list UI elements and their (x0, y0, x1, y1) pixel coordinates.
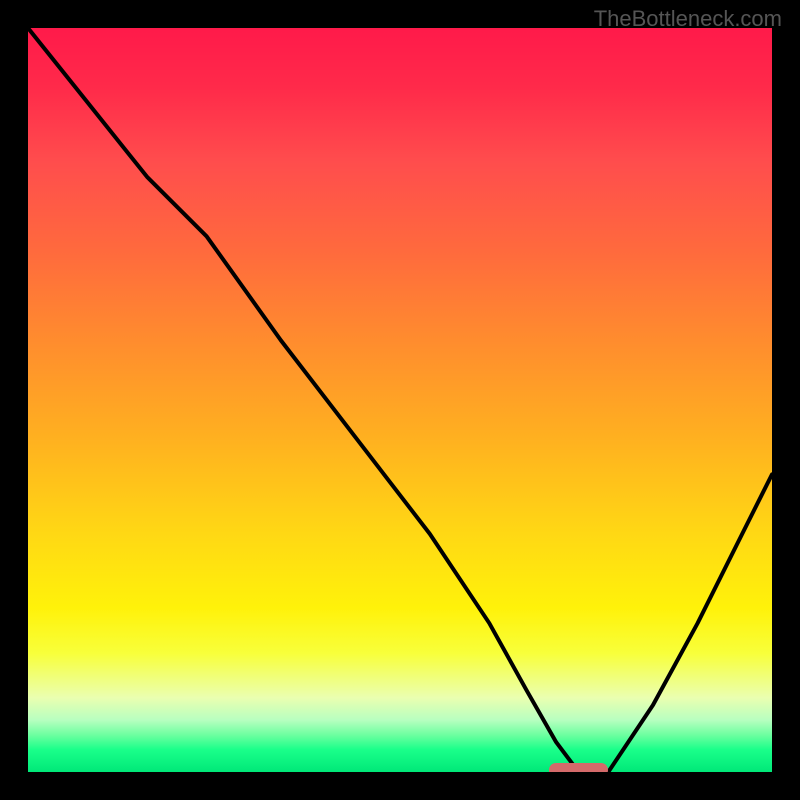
bottleneck-curve (28, 28, 772, 772)
watermark-text: TheBottleneck.com (594, 6, 782, 32)
optimal-range-marker (549, 763, 609, 772)
chart-plot-area (28, 28, 772, 772)
